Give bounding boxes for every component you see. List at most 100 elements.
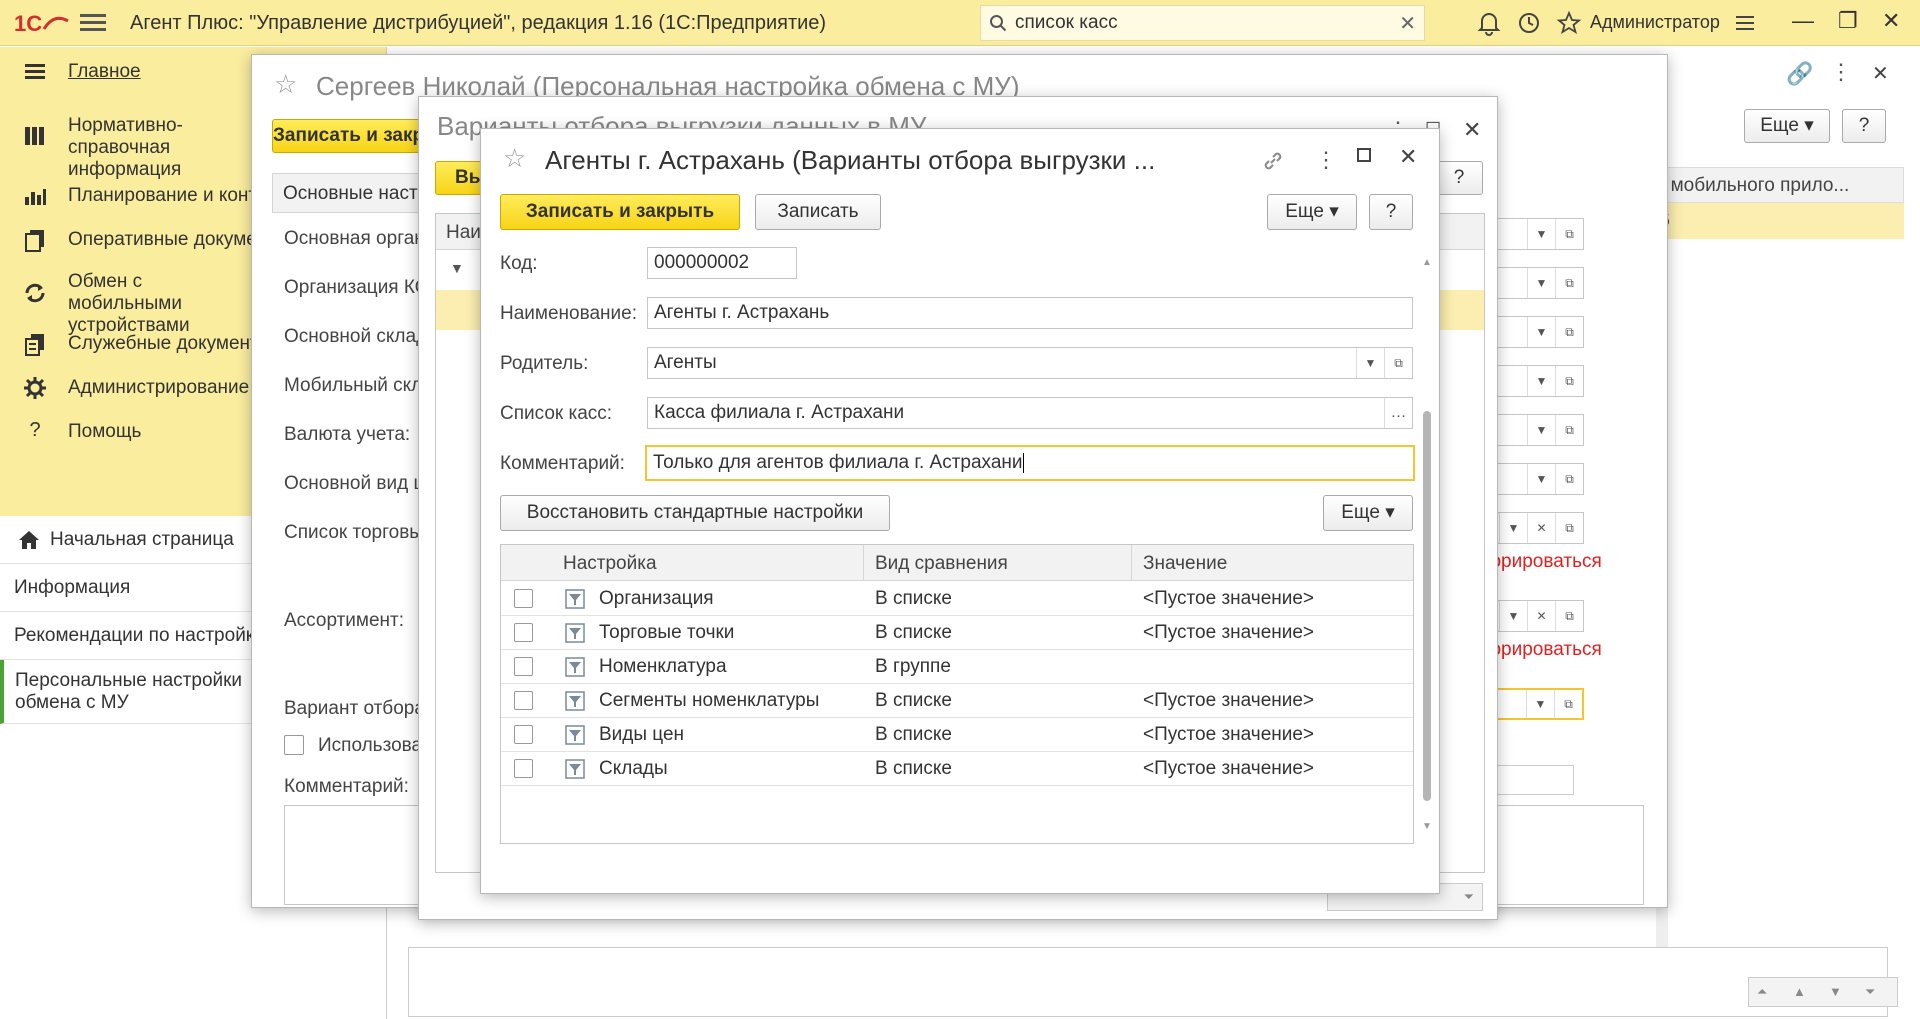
setting-cell: Торговые точки [599,622,735,643]
bell-icon[interactable] [1476,10,1502,36]
section-label: Обмен с мобильными устройствами [68,271,190,336]
chevron-down-icon[interactable]: ▼ [1527,464,1555,494]
restore-defaults-button[interactable]: Восстановить стандартные настройки [500,495,890,531]
open-form-icon[interactable]: ⧉ [1555,219,1583,249]
clear-icon[interactable]: ✕ [1527,513,1555,543]
row-checkbox[interactable] [514,725,533,744]
chevron-down-icon[interactable]: ▼ [1527,268,1555,298]
reference-book-icon [25,127,44,145]
scrollbar-thumb[interactable] [1423,411,1431,801]
save-button[interactable]: Записать [755,194,881,230]
minimize-icon[interactable]: — [1792,8,1814,34]
comment-value: Только для агентов филиала г. Астрахани [653,452,1023,473]
close-app-icon[interactable]: ✕ [1882,8,1900,34]
chevron-down-icon[interactable]: ▼ [1499,601,1527,631]
parent-label: Родитель: [500,353,589,374]
open-form-icon[interactable]: ⧉ [1555,464,1583,494]
search-input[interactable] [1013,11,1373,35]
more-button[interactable]: Еще ▾ [1744,109,1830,143]
clear-icon[interactable]: ✕ [1527,601,1555,631]
nav-label: Персональные настройки обмена с МУ [15,670,243,713]
row-checkbox[interactable] [514,623,533,642]
help-button[interactable]: ? [1435,161,1483,195]
close-form-icon[interactable]: ✕ [1872,61,1889,86]
table-row[interactable]: Сегменты номенклатуры В списке <Пустое з… [501,684,1413,718]
comment-field[interactable]: Только для агентов филиала г. Астрахани [645,445,1415,481]
menu-icon [25,64,45,79]
chevron-down-icon[interactable]: ▼ [1527,317,1555,347]
chevron-down-icon[interactable]: ▼ [1526,690,1554,718]
help-button[interactable]: ? [1842,109,1886,143]
clear-search-icon[interactable]: ✕ [1399,11,1416,36]
use-checkbox[interactable] [284,735,304,755]
open-form-icon[interactable]: ⧉ [1555,268,1583,298]
row-checkbox[interactable] [514,589,533,608]
open-form-icon[interactable]: ⧉ [1555,317,1583,347]
parent-field[interactable]: Агенты ▼ ⧉ [647,347,1413,379]
cash-list-value: Касса филиала г. Астрахани [654,402,905,423]
open-form-icon[interactable]: ⧉ [1555,513,1583,543]
more-actions-icon[interactable]: ⋮ [1315,147,1337,173]
section-label: Администрирование [68,377,250,398]
history-icon[interactable] [1516,10,1542,36]
link-icon[interactable]: 🔗 [1786,61,1813,87]
open-form-icon[interactable]: ⧉ [1555,601,1583,631]
close-dialog-icon[interactable]: ✕ [1399,144,1417,170]
chevron-down-icon[interactable]: ▼ [1356,348,1384,378]
open-form-icon[interactable]: ⧉ [1555,415,1583,445]
1c-logo-icon[interactable]: 1C [14,9,70,37]
cash-list-field[interactable]: Касса филиала г. Астрахани … [647,397,1413,429]
value-cell: <Пустое значение> [1143,724,1315,745]
table-row[interactable]: Организация В списке <Пустое значение> [501,582,1413,616]
favorite-star-icon[interactable]: ☆ [274,69,297,100]
search-box[interactable]: ✕ [980,5,1425,41]
settings-table[interactable]: Настройка Вид сравнения Значение Организ… [500,544,1414,844]
section-label: Нормативно-справочная информация [68,115,183,180]
maximize-icon[interactable] [1357,148,1371,162]
row-checkbox[interactable] [514,759,533,778]
selected-row[interactable]: .6 [1648,203,1904,239]
chevron-down-icon[interactable]: ▼ [1499,513,1527,543]
open-form-icon[interactable]: ⧉ [1555,366,1583,396]
table-row[interactable]: Склады В списке <Пустое значение> [501,752,1413,786]
open-form-icon[interactable]: ⧉ [1384,348,1412,378]
value-cell: <Пустое значение> [1143,690,1315,711]
chevron-down-icon[interactable]: ▼ [1527,366,1555,396]
filter-field-icon [565,759,585,779]
value-cell: <Пустое значение> [1143,758,1315,779]
table-more-button[interactable]: Еще ▾ [1323,495,1413,531]
table-row[interactable]: Торговые точки В списке <Пустое значение… [501,616,1413,650]
favorite-star-icon[interactable]: ☆ [503,143,526,174]
more-actions-icon[interactable]: ⋮ [1830,59,1852,85]
warning-text: норироваться [1480,639,1602,660]
row-checkbox[interactable] [514,691,533,710]
setting-cell: Виды цен [599,724,685,745]
filter-field-icon [565,623,585,643]
chevron-down-icon[interactable]: ▼ [1527,219,1555,249]
user-name[interactable]: Администратор [1590,12,1720,33]
chevron-down-icon[interactable]: ▼ [1527,415,1555,445]
scroll-up-arrow-icon[interactable]: ▲ [1422,257,1432,268]
settings-menu-icon[interactable] [1732,10,1758,36]
help-button[interactable]: ? [1369,194,1413,230]
expand-arrow-icon[interactable]: ▼ [450,260,464,276]
select-ellipsis-icon[interactable]: … [1384,398,1412,428]
open-form-icon[interactable]: ⧉ [1554,690,1582,718]
name-field[interactable]: Агенты г. Астрахань [647,297,1413,329]
scroll-nav-buttons[interactable]: ⏶ ▲ ▼ ⏷ [1748,977,1898,1007]
link-icon[interactable] [1261,149,1285,173]
code-field[interactable]: 000000002 [647,247,797,279]
more-button-label: Еще [1285,201,1324,222]
field-label: Вариант отбора: [284,698,431,719]
table-row[interactable]: Номенклатура В группе [501,650,1413,684]
dialog-scrollbar[interactable]: ▲ ▼ [1421,257,1433,837]
scroll-down-arrow-icon[interactable]: ▼ [1422,821,1432,832]
save-and-close-button[interactable]: Записать и закрыть [500,194,740,230]
more-button[interactable]: Еще ▾ [1267,194,1357,230]
main-menu-icon[interactable] [80,11,106,35]
favorites-star-icon[interactable] [1556,10,1582,36]
row-checkbox[interactable] [514,657,533,676]
restore-window-icon[interactable]: ❐ [1838,8,1858,34]
table-row[interactable]: Виды цен В списке <Пустое значение> [501,718,1413,752]
close-window-icon[interactable]: ✕ [1463,117,1481,143]
